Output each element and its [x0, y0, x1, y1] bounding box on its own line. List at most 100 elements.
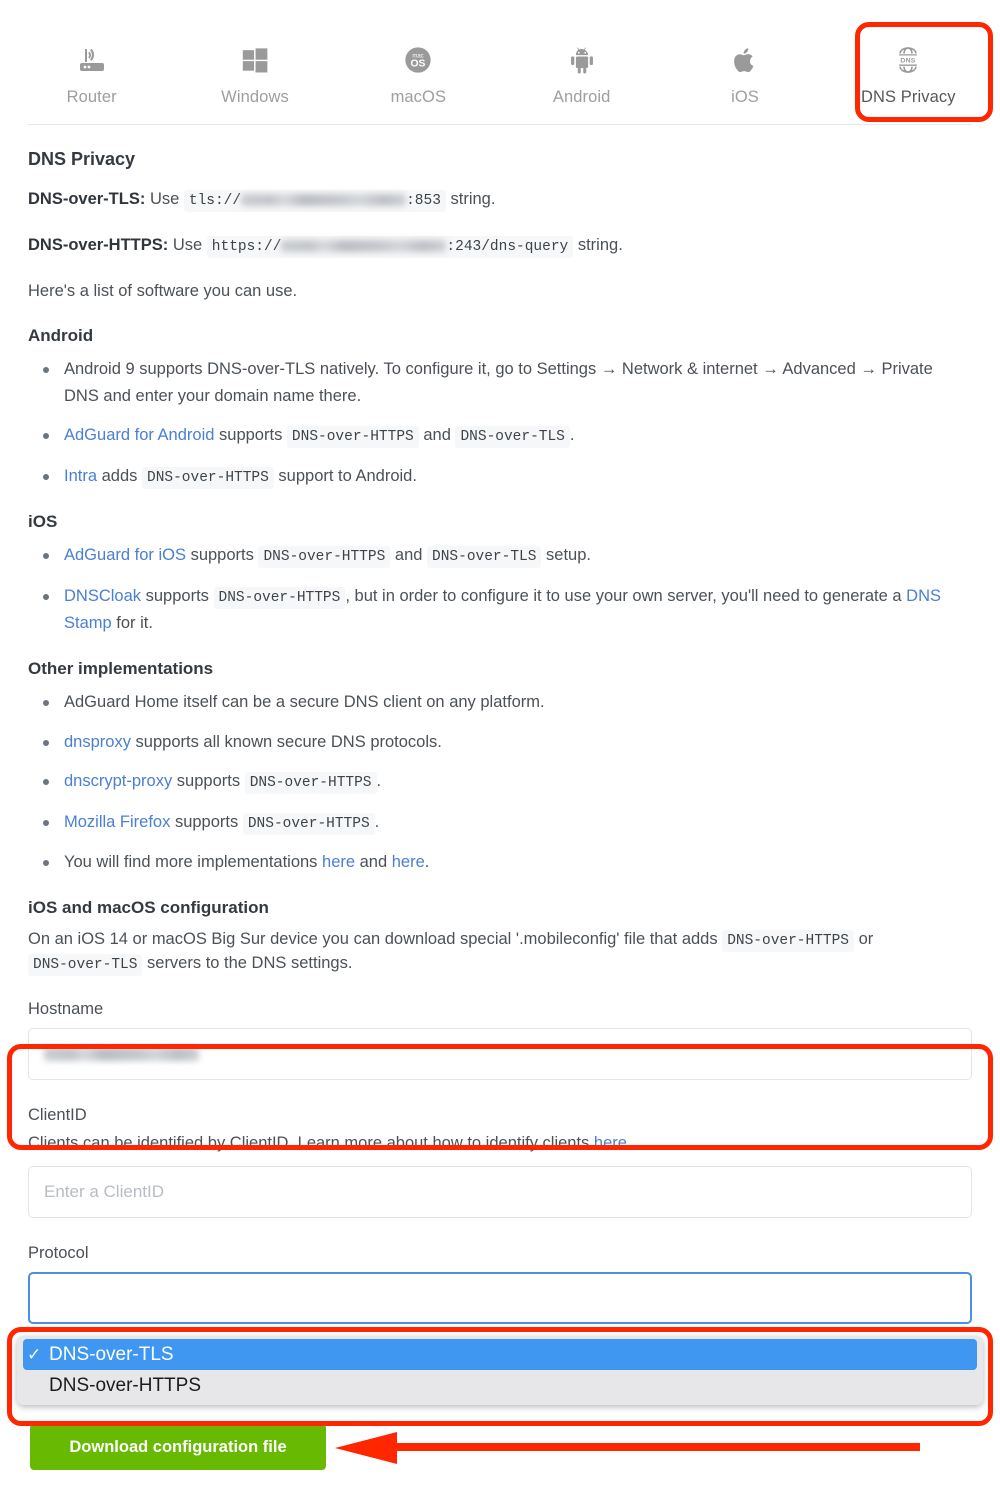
svg-text:DNS: DNS	[901, 57, 916, 64]
list-item: Android 9 supports DNS-over-TLS natively…	[43, 356, 972, 409]
software-intro: Here's a list of software you can use.	[28, 282, 298, 301]
tab-ios[interactable]: iOS	[663, 43, 826, 125]
code-dot: DNS-over-TLS	[455, 426, 570, 449]
hostname-input[interactable]	[28, 1028, 972, 1081]
other-implementations-list: AdGuard Home itself can be a secure DNS …	[28, 689, 972, 876]
svg-text:OS: OS	[411, 59, 426, 70]
list-item: dnsproxy supports all known secure DNS p…	[43, 729, 972, 756]
tab-dns-privacy[interactable]: DNS DNS Privacy	[827, 43, 990, 125]
redacted-hostname	[241, 194, 407, 207]
clientid-input[interactable]: Enter a ClientID	[28, 1166, 972, 1219]
android-native-text: Android 9 supports DNS-over-TLS natively…	[64, 359, 933, 405]
code-dot: DNS-over-TLS	[427, 546, 542, 569]
page-title: DNS Privacy	[28, 149, 136, 169]
protocol-select[interactable]	[28, 1272, 972, 1325]
tab-dns-privacy-label: DNS Privacy	[860, 88, 956, 106]
text: setup.	[546, 546, 591, 565]
dns-over-tls-line: DNS-over-TLS: Use tls://:853 string.	[28, 188, 972, 212]
ios-macos-config-desc: On an iOS 14 or macOS Big Sur device you…	[28, 928, 972, 977]
tab-windows[interactable]: Windows	[173, 43, 336, 125]
doh-use-word: Use	[172, 236, 203, 255]
tab-macos-label: macOS	[390, 88, 447, 106]
list-item: Intra adds DNS-over-HTTPS support to And…	[43, 463, 972, 490]
protocol-option-dns-over-tls[interactable]: ✓ DNS-over-TLS	[23, 1339, 977, 1370]
redacted-hostname-value	[44, 1047, 199, 1062]
dnscloak-link[interactable]: DNSCloak	[64, 587, 141, 605]
tab-windows-label: Windows	[221, 88, 289, 106]
dot-label: DNS-over-TLS:	[28, 190, 146, 208]
list-item: AdGuard for iOS supports DNS-over-HTTPS …	[43, 542, 972, 569]
text: for it.	[111, 614, 153, 633]
adguard-ios-link[interactable]: AdGuard for iOS	[64, 546, 186, 564]
doh-string-suffix: string.	[577, 236, 623, 255]
dot-use-word: Use	[149, 190, 180, 208]
dnscrypt-proxy-link[interactable]: dnscrypt-proxy	[64, 772, 172, 790]
clientid-field-group: ClientID Clients can be identified by Cl…	[28, 1106, 972, 1219]
doh-connection-string: https://:243/dns-query	[206, 236, 574, 259]
code-doh: DNS-over-HTTPS	[286, 426, 419, 449]
text: supports	[219, 426, 283, 445]
protocol-dropdown-menu[interactable]: ✓ DNS-over-TLS DNS-over-HTTPS	[17, 1336, 983, 1405]
protocol-option-label: DNS-over-HTTPS	[49, 1374, 202, 1396]
code-doh: DNS-over-HTTPS	[142, 466, 274, 489]
here-link-1[interactable]: here	[322, 853, 355, 871]
dns-globe-icon: DNS	[891, 43, 925, 77]
router-icon	[75, 43, 109, 77]
adguard-home-text: AdGuard Home itself can be a secure DNS …	[64, 693, 545, 712]
hostname-label: Hostname	[28, 1000, 104, 1019]
tab-android-label: Android	[552, 88, 611, 106]
text: .	[424, 853, 430, 872]
protocol-label: Protocol	[28, 1244, 89, 1263]
text: adds	[101, 466, 138, 485]
android-heading: Android	[28, 325, 94, 345]
text: , but in order to configure it to use yo…	[345, 586, 907, 605]
clientid-label: ClientID	[28, 1106, 87, 1125]
text: servers to the DNS settings.	[147, 954, 353, 973]
platform-tab-bar: Router Windows mac OS macOS Android iOS …	[0, 0, 1000, 125]
dns-privacy-content: DNS Privacy DNS-over-TLS: Use tls://:853…	[0, 149, 1000, 1325]
text: supports all known secure DNS protocols.	[135, 732, 442, 751]
text: and	[423, 426, 451, 445]
check-icon: ✓	[27, 1344, 42, 1364]
ios-heading: iOS	[28, 512, 58, 532]
protocol-option-label: DNS-over-TLS	[49, 1343, 174, 1365]
android-list: Android 9 supports DNS-over-TLS natively…	[28, 356, 972, 490]
code-doh: DNS-over-HTTPS	[722, 930, 855, 953]
macos-icon: mac OS	[401, 43, 435, 77]
adguard-android-link[interactable]: AdGuard for Android	[64, 426, 214, 444]
code-doh: DNS-over-HTTPS	[244, 772, 377, 795]
text: and	[394, 546, 423, 565]
protocol-option-dns-over-https[interactable]: DNS-over-HTTPS	[17, 1370, 983, 1401]
ios-macos-config-heading: iOS and macOS configuration	[28, 898, 269, 918]
text: Clients can be identified by ClientID. L…	[28, 1134, 594, 1153]
here-link-2[interactable]: here	[392, 853, 425, 871]
list-item: dnscrypt-proxy supports DNS-over-HTTPS.	[43, 768, 972, 795]
annotation-arrow-to-download-button	[335, 1432, 920, 1464]
apple-icon	[728, 43, 762, 77]
text: supports	[176, 772, 241, 791]
redacted-hostname	[281, 240, 447, 253]
text: and	[355, 853, 392, 872]
tab-android[interactable]: Android	[500, 43, 663, 125]
text: .	[626, 1134, 632, 1153]
tab-router[interactable]: Router	[10, 43, 173, 125]
dnsproxy-link[interactable]: dnsproxy	[64, 733, 131, 751]
protocol-field-group: Protocol	[28, 1244, 972, 1325]
clientid-here-link[interactable]: here	[594, 1134, 627, 1152]
dot-string-suffix: string.	[450, 190, 496, 208]
tab-macos[interactable]: mac OS macOS	[337, 43, 500, 125]
list-item: DNSCloak supports DNS-over-HTTPS, but in…	[43, 583, 972, 637]
dns-over-https-line: DNS-over-HTTPS: Use https://:243/dns-que…	[28, 234, 972, 259]
clientid-placeholder: Enter a ClientID	[44, 1182, 164, 1202]
ios-list: AdGuard for iOS supports DNS-over-HTTPS …	[28, 542, 972, 637]
intra-link[interactable]: Intra	[64, 467, 97, 485]
dot-connection-string: tls://:853	[183, 190, 446, 212]
mozilla-firefox-link[interactable]: Mozilla Firefox	[64, 813, 170, 831]
text: On an iOS 14 or macOS Big Sur device you…	[28, 930, 718, 949]
code-doh: DNS-over-HTTPS	[242, 812, 375, 835]
download-configuration-file-button[interactable]: Download configuration file	[30, 1424, 326, 1470]
list-item: AdGuard for Android supports DNS-over-HT…	[43, 422, 972, 449]
text: .	[376, 772, 382, 791]
text: or	[858, 930, 874, 949]
text: .	[374, 812, 380, 831]
